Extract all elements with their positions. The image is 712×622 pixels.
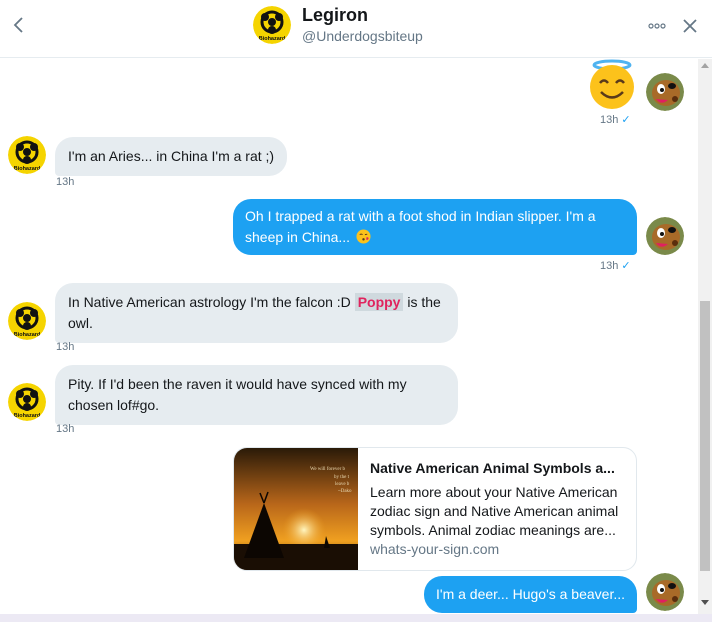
message-timestamp: 13h ✓: [600, 114, 631, 126]
scooby-doo-avatar-icon: [646, 73, 684, 111]
svg-text:by the t: by the t: [334, 475, 350, 480]
message-emoji: [585, 59, 639, 111]
conversation-header: Biohazard Legiron @Underdogsbiteup: [0, 0, 712, 58]
back-button[interactable]: [6, 12, 32, 38]
more-button[interactable]: [646, 15, 668, 37]
avatar[interactable]: Biohazard: [8, 302, 46, 340]
link-preview-image: We will forever b by the t leave b ~Dako: [234, 448, 358, 570]
conversation-name: Legiron: [302, 5, 368, 25]
biohazard-icon: Biohazard: [253, 6, 291, 44]
biohazard-icon: Biohazard: [8, 136, 46, 174]
composer-edge: [0, 614, 712, 622]
chevron-left-icon: [13, 17, 23, 33]
biohazard-icon: Biohazard: [8, 302, 46, 340]
kissing-face-emoji: [356, 229, 371, 244]
conversation-handle: @Underdogsbiteup: [302, 28, 423, 44]
svg-text:Biohazard: Biohazard: [14, 166, 41, 172]
link-card-domain: whats-your-sign.com: [370, 541, 500, 557]
biohazard-icon: Biohazard: [8, 383, 46, 421]
message-bubble-incoming[interactable]: In Native American astrology I'm the fal…: [55, 283, 458, 343]
svg-text:Biohazard: Biohazard: [14, 413, 41, 419]
message-bubble-incoming[interactable]: Pity. If I'd been the raven it would hav…: [55, 365, 458, 425]
mention-link[interactable]: Poppy: [354, 293, 404, 311]
svg-text:Biohazard: Biohazard: [14, 332, 41, 338]
scooby-doo-avatar-icon: [646, 573, 684, 611]
read-check-icon: ✓: [621, 260, 631, 272]
angel-smiley-emoji: [590, 59, 634, 109]
avatar[interactable]: [646, 217, 684, 255]
close-icon: [683, 19, 697, 33]
message-timestamp: 13h: [56, 423, 75, 435]
scooby-doo-avatar-icon: [646, 217, 684, 255]
link-preview-card[interactable]: We will forever b by the t leave b ~Dako…: [233, 447, 637, 571]
scroll-down-arrow-icon[interactable]: [701, 600, 709, 605]
link-card-description: Learn more about your Native American zo…: [370, 484, 619, 538]
scrollbar-thumb[interactable]: [700, 301, 710, 571]
message-bubble-incoming[interactable]: I'm an Aries... in China I'm a rat ;): [55, 137, 288, 176]
scroll-up-arrow-icon[interactable]: [701, 63, 709, 68]
link-card-title: Native American Animal Symbols a...: [370, 460, 615, 476]
message-bubble-outgoing[interactable]: Oh I trapped a rat with a foot shod in I…: [233, 199, 637, 255]
message-timestamp: 13h ✓: [600, 260, 631, 272]
message-bubble-outgoing[interactable]: I'm a deer... Hugo's a beaver...: [424, 576, 638, 613]
read-check-icon: ✓: [621, 114, 631, 126]
scrollbar[interactable]: [698, 59, 712, 614]
avatar[interactable]: [646, 573, 684, 611]
message-text: Oh I trapped a rat with a foot shod in I…: [245, 208, 596, 245]
svg-text:leave b: leave b: [335, 482, 350, 487]
more-dots-icon: [648, 23, 666, 29]
message-timestamp: 13h: [56, 341, 75, 353]
avatar[interactable]: [646, 73, 684, 111]
close-button[interactable]: [680, 16, 700, 36]
svg-text:We will forever b: We will forever b: [310, 467, 346, 472]
message-timestamp: 13h: [56, 176, 75, 188]
avatar[interactable]: Biohazard: [253, 6, 291, 44]
avatar[interactable]: Biohazard: [8, 136, 46, 174]
svg-text:Biohazard: Biohazard: [259, 36, 286, 42]
message-list[interactable]: 13h ✓ Biohazard I'm an Aries... in China …: [0, 59, 698, 614]
svg-text:~Dako: ~Dako: [338, 489, 352, 494]
message-text: In Native American astrology I'm the fal…: [68, 294, 351, 310]
avatar[interactable]: Biohazard: [8, 383, 46, 421]
